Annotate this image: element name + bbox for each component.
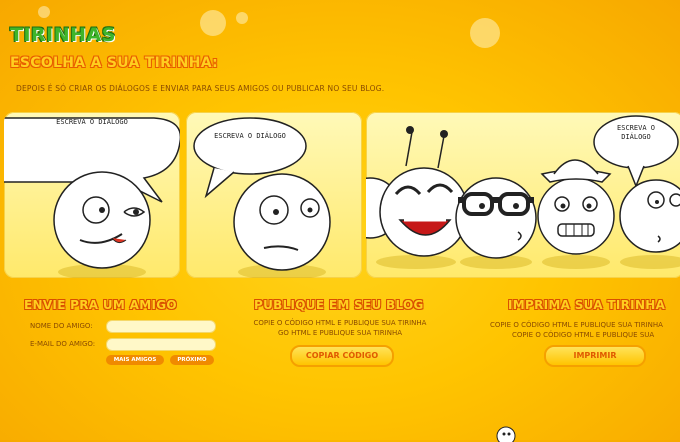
comic-strip-picker: ESCREVA O DIÁLOGO ESCREVA O DIÁLOGO ESCR… bbox=[0, 112, 680, 280]
decorative-bubble bbox=[38, 6, 50, 18]
dialog-bubble-text[interactable]: ESCREVA O DIÁLOGO bbox=[42, 118, 142, 127]
print-description-line-1: COPIE O CÓDIGO HTML E PUBLIQUE SUA TIRIN… bbox=[490, 321, 663, 329]
print-comic-title: IMPRIMA SUA TIRINHA bbox=[508, 298, 666, 312]
dialog-bubble-text[interactable]: ESCREVA O DIÁLOGO bbox=[200, 132, 300, 141]
next-button[interactable]: PRÓXIMO bbox=[170, 355, 214, 365]
publish-blog-title: PUBLIQUE EM SEU BLOG bbox=[254, 298, 424, 312]
character-illustration-1 bbox=[4, 117, 180, 278]
comic-panel-2[interactable]: ESCREVA O DIÁLOGO bbox=[186, 112, 362, 278]
friend-name-label: NOME DO AMIGO: bbox=[30, 322, 93, 330]
print-description-line-2: COPIE O CÓDIGO HTML E PUBLIQUE SUA bbox=[512, 331, 655, 339]
friend-name-field[interactable] bbox=[106, 320, 216, 333]
copy-code-button[interactable]: COPIAR CÓDIGO bbox=[290, 345, 394, 367]
comic-panel-3[interactable]: ESCREVA O DIÁLOGO bbox=[366, 112, 680, 278]
page-title: ESCOLHA A SUA TIRINHA: bbox=[10, 55, 219, 71]
comic-panel-1[interactable]: ESCREVA O DIÁLOGO bbox=[4, 112, 180, 278]
publish-description-line-2: GO HTML E PUBLIQUE SUA TIRINHA bbox=[277, 329, 403, 337]
print-button[interactable]: IMPRIMIR bbox=[544, 345, 646, 367]
dialog-bubble-text[interactable]: ESCREVA O DIÁLOGO bbox=[596, 124, 676, 142]
site-logo[interactable]: TIRINHAS bbox=[10, 24, 116, 46]
decorative-bubble bbox=[470, 18, 500, 48]
decorative-bubble bbox=[200, 10, 226, 36]
publish-description-line-1: COPIE O CÓDIGO HTML E PUBLIQUE SUA TIRIN… bbox=[253, 319, 427, 327]
mascot-peek-icon bbox=[496, 426, 516, 442]
send-to-friend-title: ENVIE PRA UM AMIGO bbox=[24, 298, 177, 312]
more-friends-button[interactable]: MAIS AMIGOS bbox=[106, 355, 164, 365]
friend-email-label: E-MAIL DO AMIGO: bbox=[30, 340, 96, 348]
friend-email-field[interactable] bbox=[106, 338, 216, 351]
decorative-bubble bbox=[236, 12, 248, 24]
page-subtitle: DEPOIS É SÓ CRIAR OS DIÁLOGOS E ENVIAR P… bbox=[16, 84, 385, 93]
